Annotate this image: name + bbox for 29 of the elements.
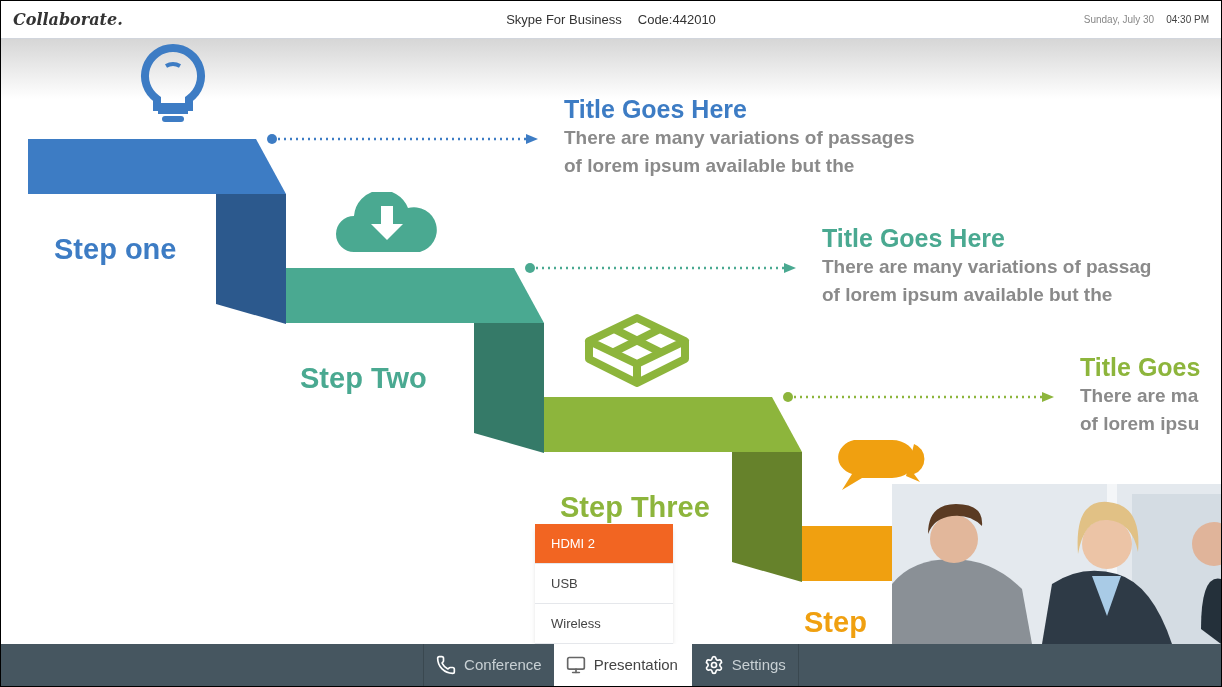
step-label: Step: [804, 605, 867, 640]
step-title: Title Goes: [1080, 352, 1201, 382]
step-description: of lorem ipsum available but the: [564, 154, 856, 178]
phone-icon: [436, 655, 457, 675]
meeting-code: Code:442010: [637, 10, 716, 29]
source-menu-item[interactable]: USB: [535, 564, 673, 604]
step-label: Step Two: [300, 361, 427, 396]
step-description: There are ma: [1080, 384, 1200, 408]
step-label: Step one: [54, 232, 177, 267]
step-title: Title Goes Here: [564, 94, 748, 124]
step-description: There are many variations of passag: [822, 255, 1152, 279]
nav-tab[interactable]: Conference: [424, 644, 554, 686]
step-description: There are many variations of passages: [564, 126, 915, 150]
nav-tab[interactable]: Settings: [691, 644, 798, 686]
source-menu-item[interactable]: Wireless: [535, 604, 673, 644]
nav-tab[interactable]: Presentation: [553, 644, 692, 686]
settings-icon: [703, 655, 724, 675]
service-name: Skype For Business: [506, 10, 622, 29]
time-text: 04:30 PM: [1166, 13, 1209, 27]
step-description: of lorem ipsum available but the: [822, 283, 1114, 307]
app-logo: Collaborate.: [13, 8, 124, 31]
step-title: Title Goes Here: [822, 223, 1006, 253]
cube-icon: [584, 313, 690, 387]
monitor-icon: [565, 655, 586, 675]
step-label: Step Three: [560, 490, 710, 525]
lightbulb-icon: [138, 44, 208, 124]
step-description: of lorem ipsu: [1080, 412, 1201, 436]
cloud-download-icon: [334, 192, 438, 254]
date-text: Sunday, July 30: [1083, 13, 1155, 27]
